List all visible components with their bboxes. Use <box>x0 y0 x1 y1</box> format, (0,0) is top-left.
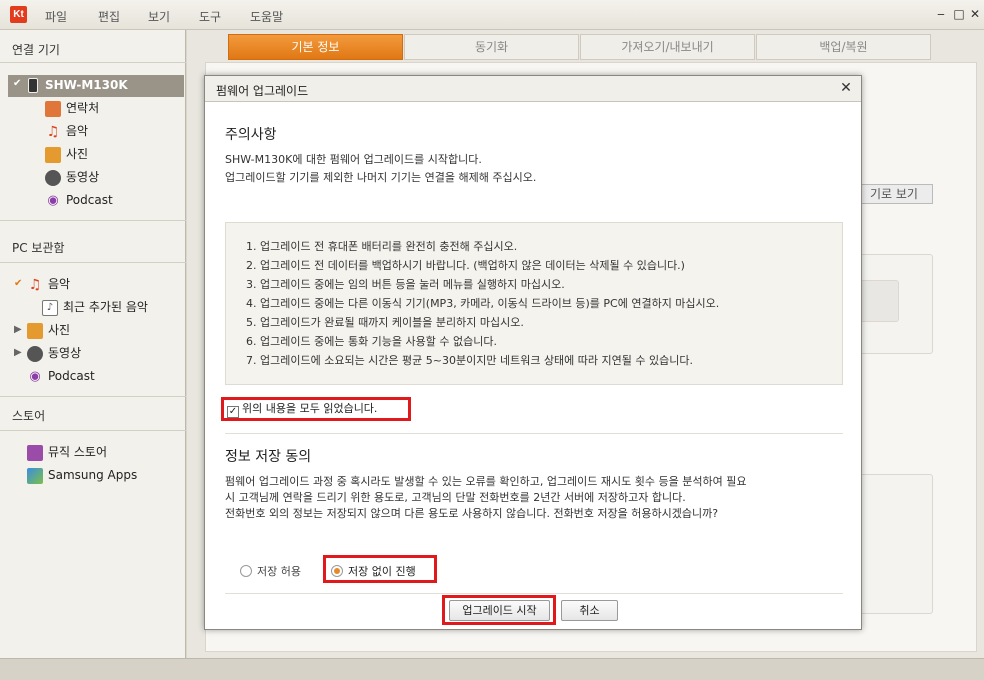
dialog-title-bar: 펌웨어 업그레이드 ✕ <box>205 76 861 102</box>
menu-tools[interactable]: 도구 <box>199 8 221 25</box>
store-title: 스토어 <box>12 409 46 423</box>
notice-item: 1. 업그레이드 전 휴대폰 배터리를 완전히 충전해 주십시오. <box>246 240 518 253</box>
chevron-right-icon[interactable]: ▶ <box>14 347 22 358</box>
minimize-icon[interactable]: ‒ <box>934 7 948 21</box>
divider <box>0 396 186 397</box>
pc-library-title: PC 보관함 <box>12 241 65 255</box>
shopping-bag-icon <box>27 444 43 461</box>
folder-icon <box>45 146 61 163</box>
close-window-icon[interactable]: ✕ <box>968 7 982 21</box>
menu-file[interactable]: 파일 <box>45 8 67 25</box>
radio-unselected-icon[interactable] <box>240 565 252 577</box>
divider <box>0 62 186 63</box>
sidebar-item-photos[interactable]: 사진 <box>45 145 88 163</box>
radio-allow-save[interactable]: 저장 허용 <box>240 563 301 579</box>
consent-heading: 정보 저장 동의 <box>225 449 312 465</box>
sidebar-item-pc-music[interactable]: ♫ 음악 <box>27 275 70 293</box>
folder-icon <box>27 322 43 339</box>
playlist-icon: ♪ <box>42 299 58 316</box>
podcast-icon: ◉ <box>47 192 59 208</box>
sidebar-item-samsung-apps[interactable]: Samsung Apps <box>27 466 137 484</box>
music-note-icon: ♫ <box>28 276 42 293</box>
start-upgrade-button[interactable]: 업그레이드 시작 <box>449 600 550 621</box>
sidebar-item-videos[interactable]: 동영상 <box>45 168 99 186</box>
divider <box>0 430 186 431</box>
notice-heading: 주의사항 <box>225 127 277 143</box>
intro-text-2: 업그레이드할 기기를 제외한 나머지 기기는 연결을 해제해 주십시오. <box>225 171 537 184</box>
sidebar-item-music-store[interactable]: 뮤직 스토어 <box>27 443 107 461</box>
menu-edit[interactable]: 편집 <box>98 8 120 25</box>
notice-item: 3. 업그레이드 중에는 임의 버튼 등을 눌러 메뉴를 실행하지 마십시오. <box>246 278 565 291</box>
device-name: SHW-M130K <box>45 78 128 92</box>
sidebar-item-pc-podcast[interactable]: ◉ Podcast <box>27 367 94 385</box>
sidebar-item-music[interactable]: ♫ 음악 <box>45 122 88 140</box>
music-note-icon: ♫ <box>46 123 60 140</box>
phone-icon <box>28 78 38 93</box>
menu-help[interactable]: 도움말 <box>250 8 283 25</box>
notice-item: 2. 업그레이드 전 데이터를 백업하시기 바랍니다. (백업하지 않은 데이터… <box>246 259 685 272</box>
tab-sync[interactable]: 동기화 <box>404 34 579 60</box>
cancel-button[interactable]: 취소 <box>561 600 618 621</box>
close-icon[interactable]: ✕ <box>837 79 855 97</box>
menu-view[interactable]: 보기 <box>148 8 170 25</box>
divider <box>225 433 843 434</box>
podcast-icon: ◉ <box>29 368 41 384</box>
checkbox-label: 위의 내용을 모두 읽었습니다. <box>242 402 378 415</box>
chevron-right-icon[interactable]: ▶ <box>14 324 22 335</box>
chevron-down-icon[interactable]: ✔ <box>14 278 22 289</box>
notice-item: 4. 업그레이드 중에는 다른 이동식 기기(MP3, 카메라, 이동식 드라이… <box>246 297 720 310</box>
read-confirm-checkbox[interactable]: ✓ 위의 내용을 모두 읽었습니다. <box>221 397 411 421</box>
tab-basic-info[interactable]: 기본 정보 <box>228 34 403 60</box>
sidebar-item-contacts[interactable]: 연락처 <box>45 99 99 117</box>
contacts-icon <box>45 100 61 117</box>
consent-text-1: 펌웨어 업그레이드 과정 중 혹시라도 발생할 수 있는 오류를 확인하고, 업… <box>225 475 747 488</box>
checkbox-checked-icon[interactable]: ✓ <box>227 406 239 418</box>
notice-item: 6. 업그레이드 중에는 통화 기능을 사용할 수 없습니다. <box>246 335 497 348</box>
film-reel-icon <box>27 345 43 362</box>
notice-item: 7. 업그레이드에 소요되는 시간은 평균 5~30분이지만 네트워크 상태에 … <box>246 354 693 367</box>
menu-bar: Kt 파일 편집 보기 도구 도움말 ‒ □ ✕ <box>0 0 984 30</box>
divider <box>0 220 186 221</box>
sidebar: 연결 기기 ✔ SHW-M130K 연락처 ♫ 음악 사진 동영상 ◉ Podcas… <box>0 30 186 658</box>
divider <box>225 593 843 594</box>
radio-selected-icon[interactable] <box>331 565 343 577</box>
notice-item: 5. 업그레이드가 완료될 때까지 케이블을 분리하지 마십시오. <box>246 316 524 329</box>
sidebar-item-podcast[interactable]: ◉ Podcast <box>45 191 112 209</box>
divider <box>0 262 186 263</box>
device-item[interactable]: ✔ SHW-M130K <box>8 75 184 97</box>
sidebar-item-pc-videos[interactable]: 동영상 <box>27 344 81 362</box>
film-reel-icon <box>45 169 61 186</box>
notice-box: 1. 업그레이드 전 휴대폰 배터리를 완전히 충전해 주십시오. 2. 업그레… <box>225 222 843 385</box>
tab-import-export[interactable]: 가져오기/내보내기 <box>580 34 755 60</box>
status-bar <box>0 658 984 680</box>
tab-backup-restore[interactable]: 백업/복원 <box>756 34 931 60</box>
chevron-down-icon[interactable]: ✔ <box>13 78 21 89</box>
consent-text-2: 시 고객님께 연락을 드리기 위한 용도로, 고객님의 단말 전화번호를 2년간… <box>225 491 686 504</box>
samsung-apps-icon <box>27 467 43 484</box>
intro-text-1: SHW-M130K에 대한 펌웨어 업그레이드를 시작합니다. <box>225 153 482 166</box>
sidebar-item-recent-music[interactable]: ♪ 최근 추가된 음악 <box>42 298 148 316</box>
connected-devices-title: 연결 기기 <box>12 43 60 57</box>
maximize-icon[interactable]: □ <box>952 7 966 21</box>
view-button[interactable]: 기로 보기 <box>855 184 933 204</box>
firmware-upgrade-dialog: 펌웨어 업그레이드 ✕ 주의사항 SHW-M130K에 대한 펌웨어 업그레이드… <box>204 75 862 630</box>
sidebar-item-pc-photos[interactable]: 사진 <box>27 321 70 339</box>
consent-text-3: 전화번호 외의 정보는 저장되지 않으며 다른 용도로 사용하지 않습니다. 전… <box>225 507 719 520</box>
app-logo: Kt <box>10 6 27 23</box>
radio-proceed-without-save[interactable]: 저장 없이 진행 <box>331 563 416 579</box>
dialog-title: 펌웨어 업그레이드 <box>216 84 309 98</box>
